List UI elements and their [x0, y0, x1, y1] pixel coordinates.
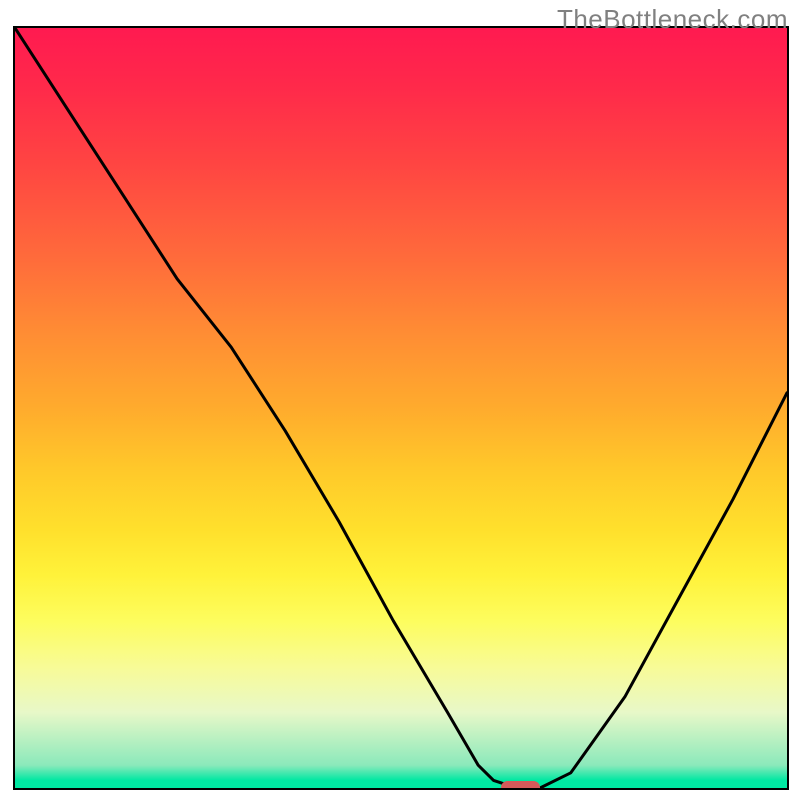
bottleneck-curve-svg — [15, 28, 787, 788]
optimal-floor-marker — [501, 781, 540, 790]
watermark-text: TheBottleneck.com — [557, 4, 788, 35]
chart-frame: TheBottleneck.com — [0, 0, 800, 800]
plot-area — [13, 26, 789, 790]
bottleneck-curve — [15, 28, 787, 788]
